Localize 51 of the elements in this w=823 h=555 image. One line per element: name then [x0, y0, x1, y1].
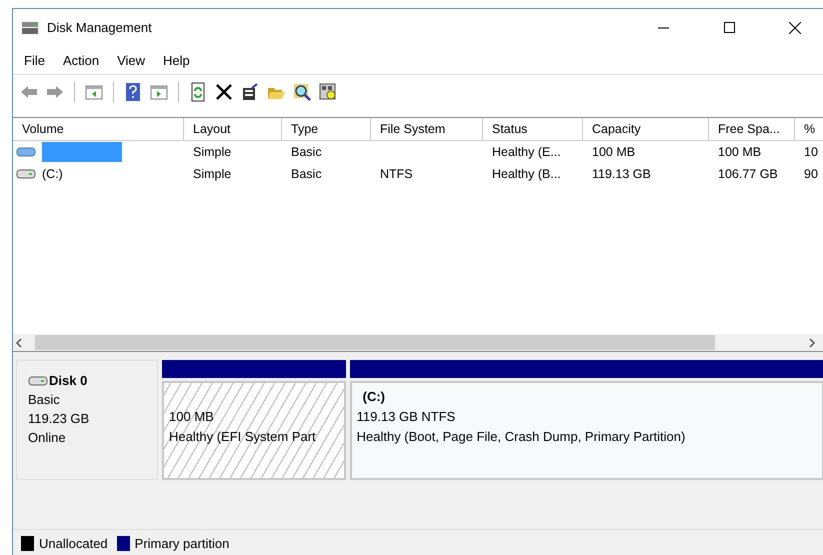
partition-block[interactable]: 100 MB Healthy (EFI System Part — [162, 381, 346, 480]
disk-status: Online — [28, 429, 67, 447]
table-cell-text: NTFS — [379, 166, 414, 183]
table-cell-text: Basic — [290, 144, 323, 161]
maximize-icon[interactable] — [724, 22, 734, 33]
table-cell-text: Healthy (B... — [491, 166, 562, 183]
menu-item[interactable]: Help — [156, 52, 197, 68]
table-cell-text: 106.77 GB — [717, 166, 779, 183]
scrollbar-thumb[interactable] — [35, 335, 715, 350]
column-header[interactable]: % — [795, 118, 823, 141]
close-icon[interactable] — [789, 22, 801, 34]
table-cell-text: 119.13 GB — [591, 166, 652, 183]
column-header[interactable]: Capacity — [583, 118, 709, 141]
table-cell[interactable]: (C:) — [42, 167, 63, 181]
disk-size: 119.23 GB — [28, 410, 90, 428]
column-header[interactable]: Volume — [13, 118, 184, 141]
delete-icon[interactable] — [214, 82, 234, 102]
column-header[interactable]: Layout — [184, 118, 282, 141]
table-cell-text: Basic — [290, 166, 323, 183]
partition-size: 100 MB — [169, 408, 215, 426]
column-header[interactable]: Type — [282, 118, 371, 141]
properties-icon[interactable] — [240, 82, 260, 102]
column-header[interactable]: Free Spa... — [709, 118, 795, 141]
disk-type: Basic — [28, 391, 61, 409]
partition-label: (C:) — [362, 388, 386, 406]
partition-status: Healthy (Boot, Page File, Crash Dump, Primary Partition) — [356, 428, 686, 446]
menu-item[interactable]: View — [110, 52, 152, 68]
help-icon[interactable] — [123, 82, 143, 102]
menu-item[interactable]: Action — [56, 52, 106, 68]
partition-block[interactable]: (C:) 119.13 GB NTFS Healthy (Boot, Page File, Crash Dump, Primary Partition) — [350, 381, 823, 480]
disk-name: Disk 0 — [49, 372, 88, 390]
table-cell-text: 100 MB — [717, 144, 762, 161]
column-header[interactable]: File System — [371, 118, 483, 141]
drive-icon — [16, 168, 36, 180]
table-cell-text: 90 — [803, 166, 819, 183]
table-cell-text: Simple — [192, 166, 232, 183]
partition-status: Healthy (EFI System Part — [169, 428, 317, 446]
column-header[interactable]: Status — [483, 118, 583, 141]
partition-size: 119.13 GB NTFS — [356, 408, 456, 426]
table-cell-text: Simple — [192, 144, 232, 161]
legend-label: Primary partition — [134, 536, 230, 550]
settings-icon[interactable] — [318, 82, 338, 102]
menu-item[interactable]: File — [17, 52, 52, 68]
magnifier-icon[interactable] — [292, 82, 312, 102]
table-cell-text: Healthy (E... — [491, 144, 562, 161]
partition-icon — [16, 146, 36, 158]
disk-drive-icon — [21, 20, 39, 36]
legend-label: Unallocated — [39, 536, 108, 550]
window-title: Disk Management — [47, 20, 153, 35]
table-cell-text: 100 MB — [591, 144, 636, 161]
table-cell-text: 10 — [803, 144, 819, 161]
